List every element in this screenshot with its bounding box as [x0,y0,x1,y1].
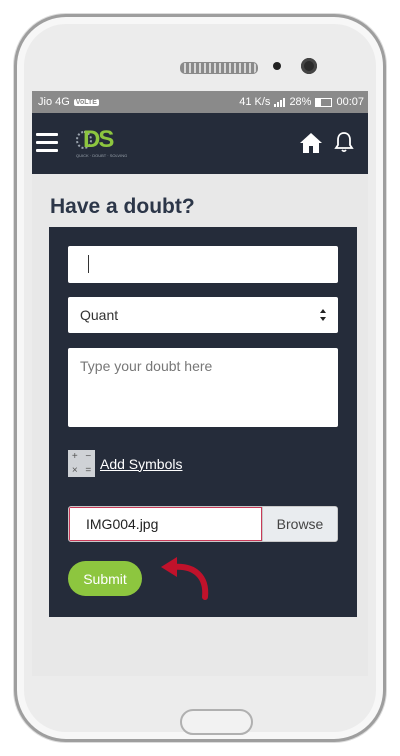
phone-speaker [180,62,258,74]
logo-tagline: QUICK · DOUBT · SOLVING [76,153,128,158]
menu-icon[interactable] [36,133,58,152]
app-bar: DS QUICK · DOUBT · SOLVING [32,113,368,174]
submit-button[interactable]: Submit [68,561,142,596]
battery-icon [315,97,333,107]
browse-button[interactable]: Browse [262,507,337,541]
doubt-textarea[interactable]: Type your doubt here [68,348,338,427]
file-upload[interactable]: IMG004.jpg Browse [68,506,338,542]
phone-home-button[interactable] [180,709,253,735]
add-symbols-label: Add Symbols [100,455,183,472]
calculator-icon: + − × = [68,450,95,477]
status-bar: Jio 4G VoLTE 41 K/s 28% 00:07 [32,91,368,113]
app-logo[interactable]: DS QUICK · DOUBT · SOLVING [76,126,132,162]
question-input[interactable] [68,246,338,283]
curved-arrow-icon [161,557,209,600]
phone-sensor [273,62,281,70]
home-icon[interactable] [299,131,323,155]
add-symbols-link[interactable]: + − × = Add Symbols [68,450,182,477]
text-cursor [88,255,89,273]
doubt-form: Quant Type your doubt here + − × = Add Symb… [49,227,357,617]
network-speed: 41 K/s [239,96,271,108]
subject-selected-value: Quant [80,307,119,323]
battery-percent: 28% [289,96,312,108]
phone-camera [301,58,317,74]
signal-icon [274,97,286,107]
bell-icon[interactable] [334,131,354,153]
file-name: IMG004.jpg [69,507,262,541]
logo-text: DS [83,126,114,153]
select-arrows-icon [320,309,326,321]
screen: Jio 4G VoLTE 41 K/s 28% 00:07 DS QUICK ·… [32,91,368,676]
page-content: Have a doubt? Quant Type your doubt here… [32,174,368,676]
page-title: Have a doubt? [50,195,195,218]
clock: 00:07 [336,96,364,108]
carrier-label: Jio 4G [38,96,70,108]
volte-badge: VoLTE [73,98,99,106]
doubt-placeholder: Type your doubt here [80,358,213,374]
subject-select[interactable]: Quant [68,297,338,333]
